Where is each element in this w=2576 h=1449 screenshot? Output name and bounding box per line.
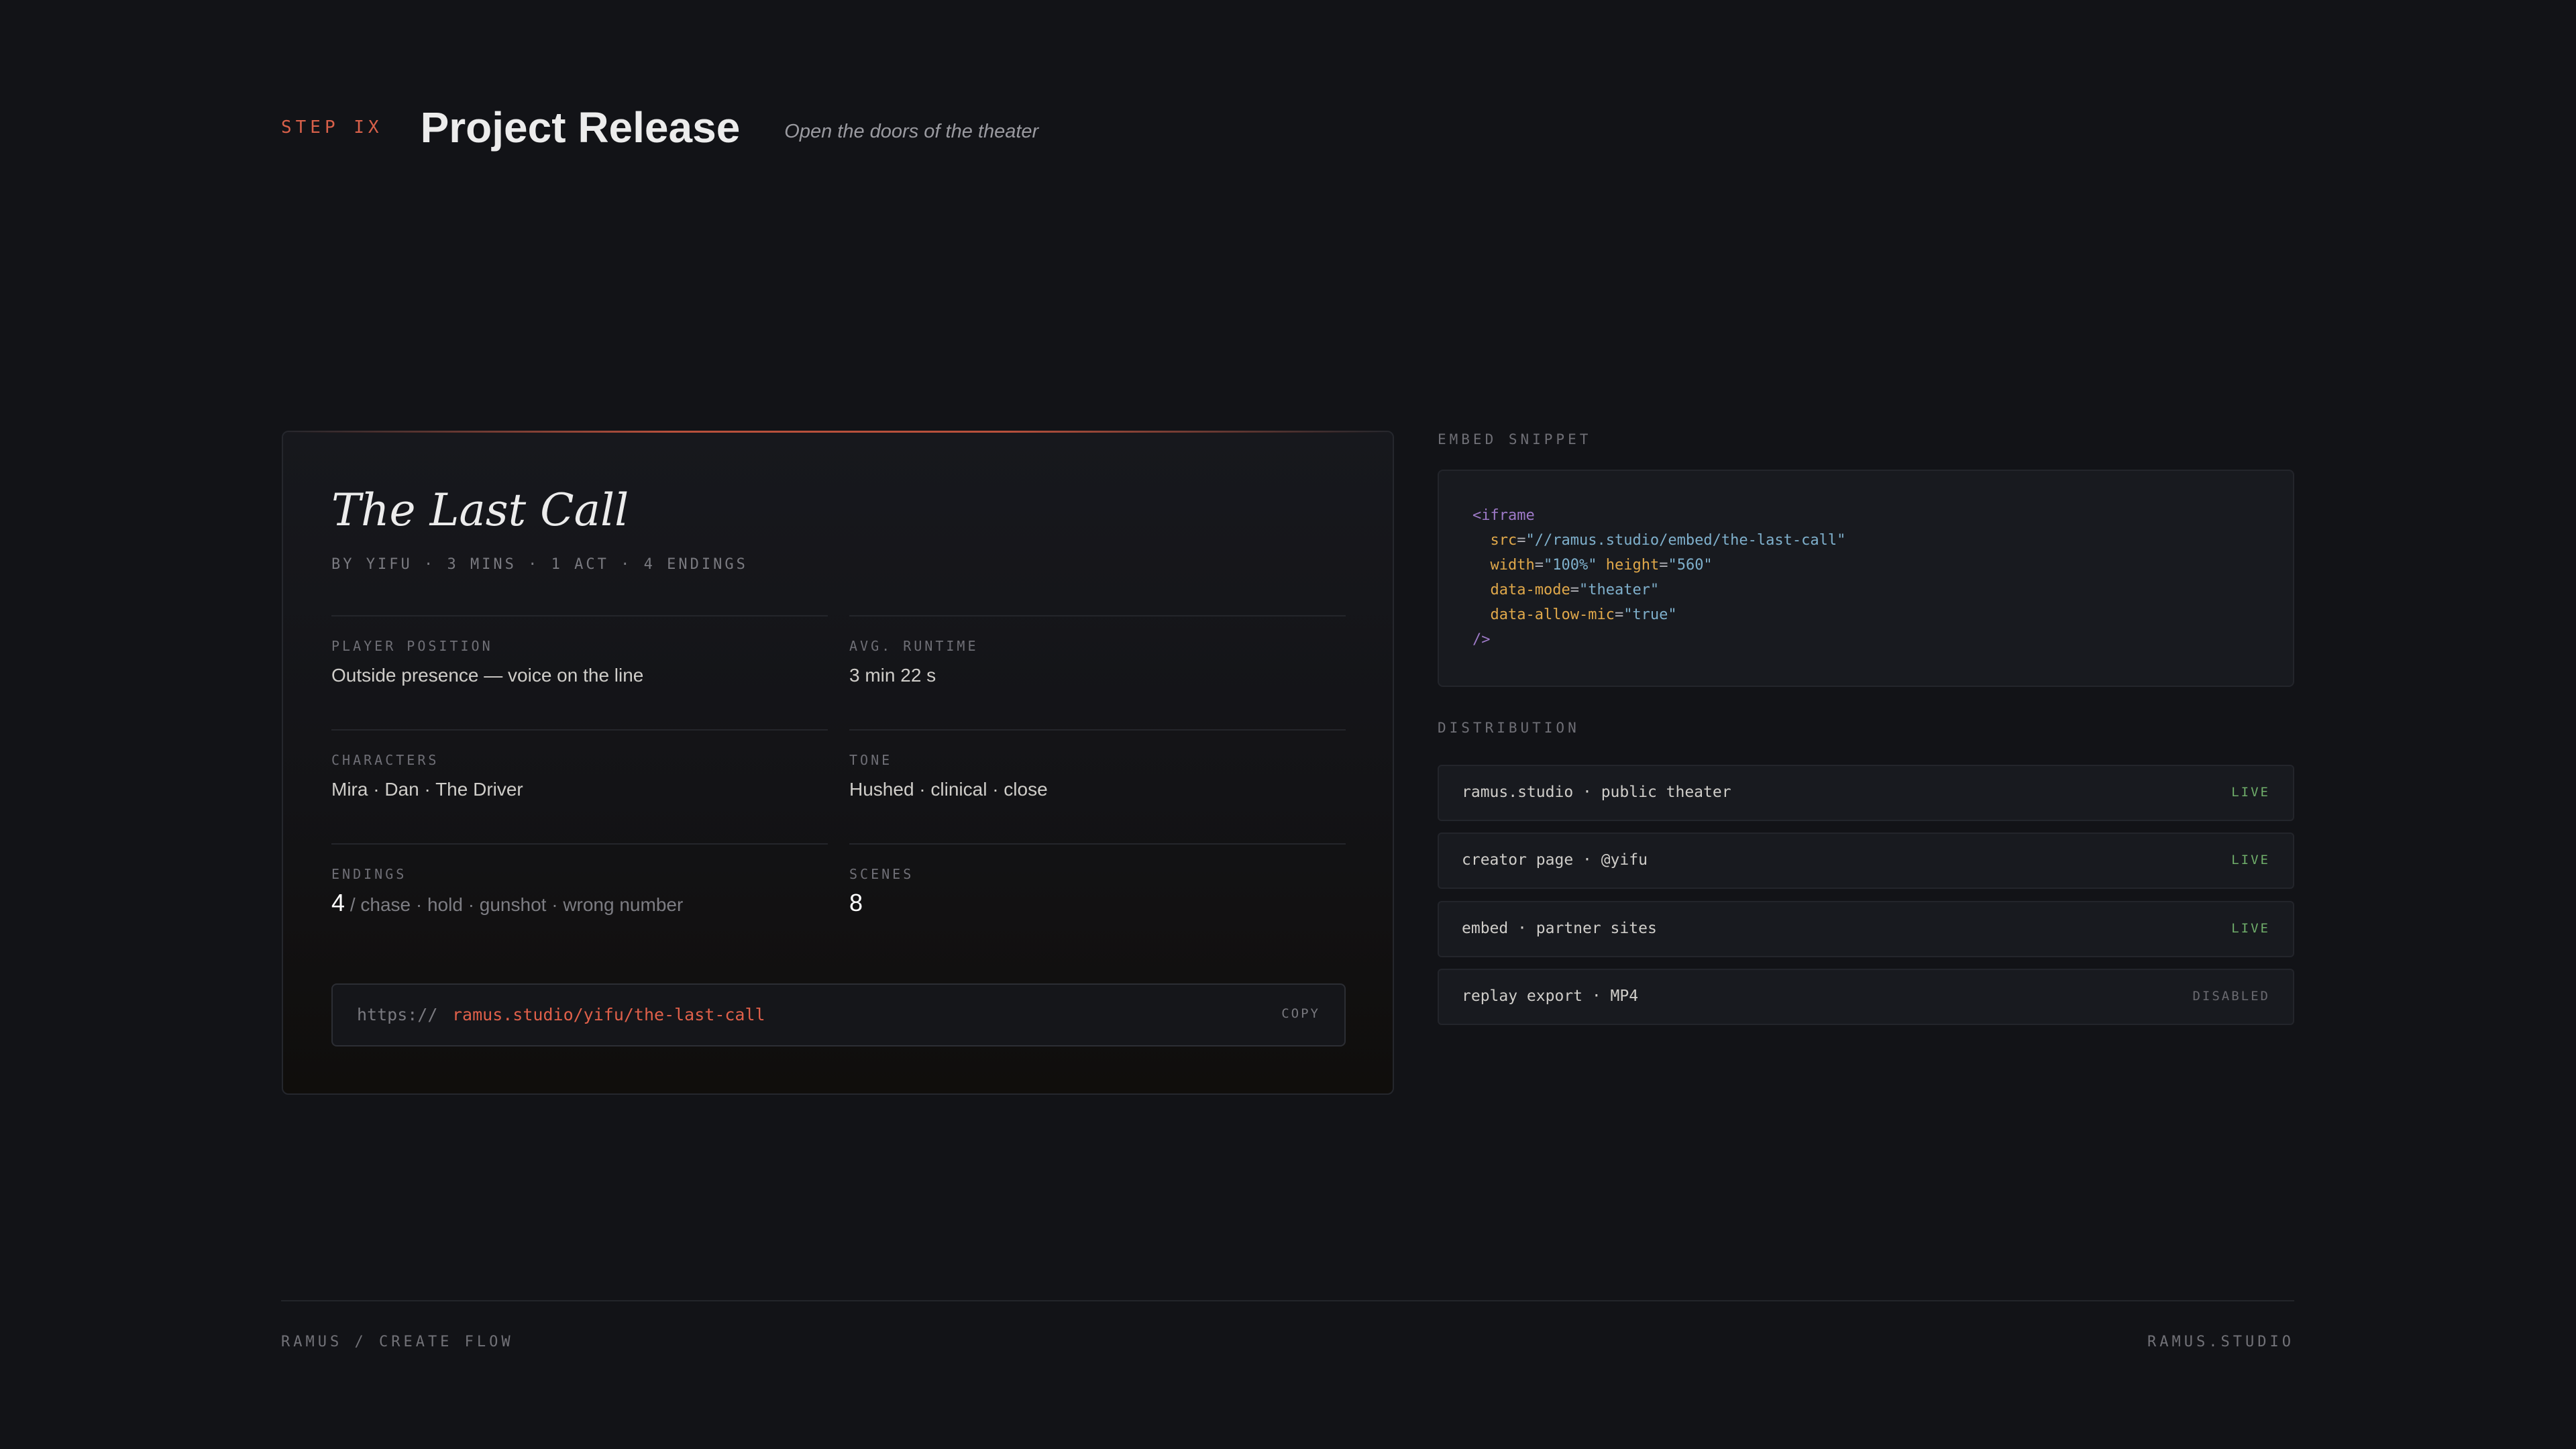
footer-divider: [281, 1300, 2294, 1301]
copy-button[interactable]: COPY: [1281, 1006, 1320, 1021]
code-token: src: [1490, 532, 1517, 549]
field-avg-runtime: AVG. RUNTIME 3 min 22 s: [849, 615, 1346, 731]
code-line: />: [1472, 627, 2293, 652]
distribution-label: DISTRIBUTION: [1438, 720, 1580, 736]
field-value: Hushed · clinical · close: [849, 779, 1048, 800]
distribution-item[interactable]: embed · partner sites LIVE: [1438, 901, 2294, 957]
code-token: "true": [1623, 606, 1677, 623]
step-label: STEP IX: [281, 117, 383, 138]
code-token: <iframe: [1472, 507, 1535, 524]
field-value: Outside presence — voice on the line: [331, 665, 644, 686]
story-meta: BY YIFU · 3 MINS · 1 ACT · 4 ENDINGS: [331, 556, 748, 573]
field-value: 4 / chase · hold · gunshot · wrong numbe…: [331, 889, 683, 917]
footer-breadcrumb: RAMUS / CREATE FLOW: [281, 1334, 514, 1350]
code-token: data-mode: [1490, 582, 1570, 598]
code-token: height: [1605, 557, 1660, 574]
code-token: width: [1490, 557, 1535, 574]
distribution-item[interactable]: creator page · @yifu LIVE: [1438, 833, 2294, 889]
distribution-item-name: creator page · @yifu: [1462, 851, 1648, 869]
field-player-position: PLAYER POSITION Outside presence — voice…: [331, 615, 828, 731]
distribution-item-name: replay export · MP4: [1462, 987, 1639, 1005]
code-line: <iframe: [1472, 503, 2293, 528]
story-title: The Last Call: [331, 484, 629, 536]
distribution-item[interactable]: ramus.studio · public theater LIVE: [1438, 765, 2294, 821]
endings-list: / chase · hold · gunshot · wrong number: [350, 894, 684, 915]
embed-code-block[interactable]: <iframe src="//ramus.studio/embed/the-la…: [1438, 470, 2294, 687]
embed-snippet-label: EMBED SNIPPET: [1438, 431, 1592, 447]
field-scenes: SCENES 8: [849, 843, 1346, 959]
field-label: AVG. RUNTIME: [849, 638, 979, 654]
page-title: Project Release: [420, 103, 741, 152]
url-path[interactable]: ramus.studio/yifu/the-last-call: [452, 1005, 765, 1024]
code-line: data-allow-mic="true": [1490, 606, 1677, 623]
field-label: ENDINGS: [331, 866, 407, 882]
endings-count: 4: [331, 889, 345, 916]
field-label: CHARACTERS: [331, 752, 439, 768]
field-tone: TONE Hushed · clinical · close: [849, 729, 1346, 845]
code-line: data-mode="theater": [1490, 582, 1660, 598]
code-token: "100%": [1543, 557, 1597, 574]
code-token: />: [1472, 631, 1491, 648]
url-prefix: https://: [357, 1005, 438, 1024]
code-token: "//ramus.studio/embed/the-last-call": [1525, 532, 1846, 549]
project-card: The Last Call BY YIFU · 3 MINS · 1 ACT ·…: [282, 431, 1394, 1095]
field-label: TONE: [849, 752, 893, 768]
card-accent-line: [283, 431, 1393, 433]
status-badge: DISABLED: [2192, 989, 2270, 1004]
page-header: STEP IX Project Release Open the doors o…: [281, 101, 1038, 154]
code-line: src="//ramus.studio/embed/the-last-call": [1490, 532, 1846, 549]
field-label: SCENES: [849, 866, 914, 882]
distribution-item[interactable]: replay export · MP4 DISABLED: [1438, 969, 2294, 1025]
status-badge: LIVE: [2231, 921, 2270, 936]
code-token: data-allow-mic: [1490, 606, 1615, 623]
field-characters: CHARACTERS Mira · Dan · The Driver: [331, 729, 828, 845]
share-url-field[interactable]: https:// ramus.studio/yifu/the-last-call…: [331, 983, 1346, 1046]
distribution-item-name: ramus.studio · public theater: [1462, 784, 1731, 801]
code-token: "theater": [1578, 582, 1660, 598]
footer-brand-link[interactable]: RAMUS.STUDIO: [2147, 1334, 2294, 1350]
field-endings: ENDINGS 4 / chase · hold · gunshot · wro…: [331, 843, 828, 959]
distribution-item-name: embed · partner sites: [1462, 920, 1657, 937]
field-label: PLAYER POSITION: [331, 638, 493, 654]
status-badge: LIVE: [2231, 853, 2270, 867]
field-value: 8: [849, 889, 863, 916]
code-line: width="100%" height="560": [1490, 557, 1713, 574]
code-token: "560": [1668, 557, 1713, 574]
status-badge: LIVE: [2231, 785, 2270, 800]
field-value: Mira · Dan · The Driver: [331, 779, 523, 800]
page-subtitle: Open the doors of the theater: [784, 120, 1039, 142]
field-value: 3 min 22 s: [849, 665, 936, 686]
